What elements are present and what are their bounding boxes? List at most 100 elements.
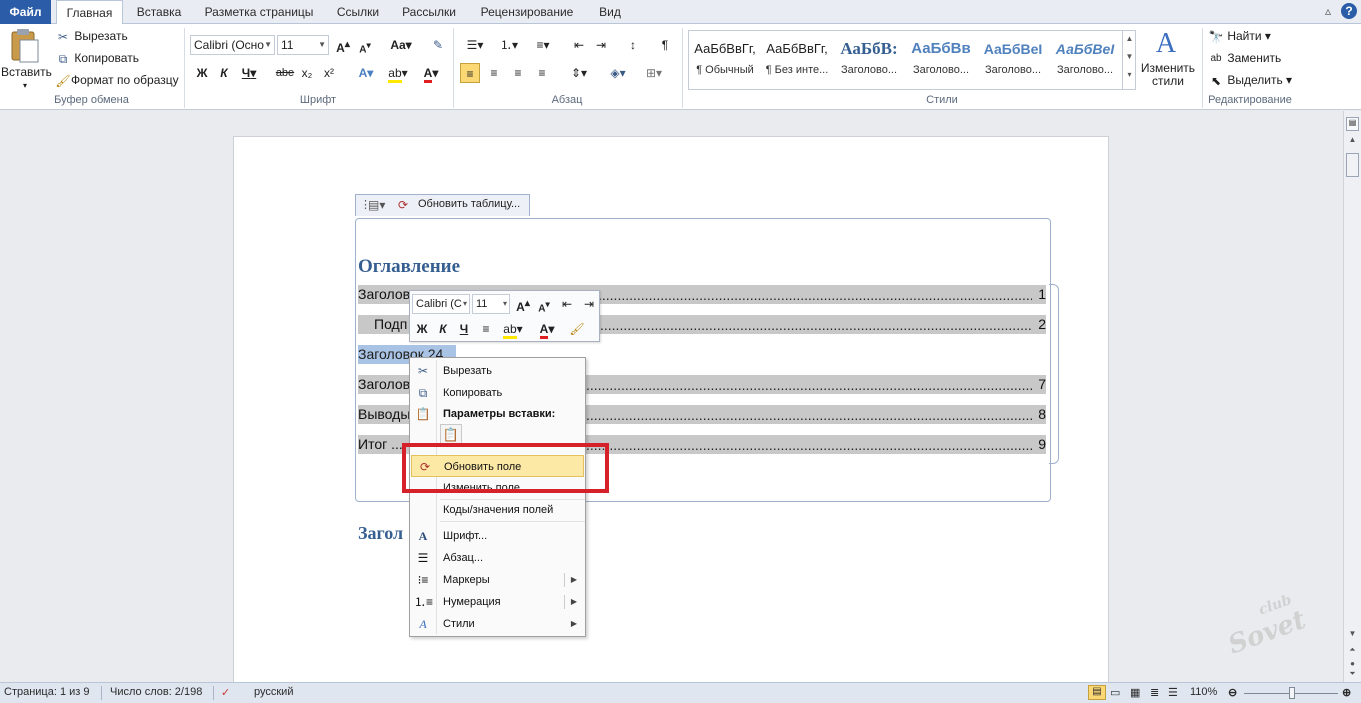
tab-review[interactable]: Рецензирование <box>472 0 582 24</box>
style-heading-3[interactable]: АаБбВеІ Заголово... <box>978 32 1048 88</box>
font-name-combo[interactable]: Calibri (Осно ▼ <box>190 35 275 55</box>
scroll-down-icon[interactable]: ▼ <box>1346 629 1359 643</box>
align-center-icon[interactable]: ≡ <box>484 63 504 83</box>
text-effects-icon[interactable]: A▾ <box>353 63 379 83</box>
underline-button[interactable]: Ч▾ <box>236 63 262 83</box>
tab-insert[interactable]: Вставка <box>130 0 188 24</box>
select-button[interactable]: ⬉ Выделить ▾ <box>1208 70 1292 90</box>
proofing-icon[interactable]: ✓ <box>221 686 230 699</box>
numbering-icon[interactable]: ⒈▾ <box>494 35 524 55</box>
web-layout-icon[interactable]: ▦ <box>1130 686 1140 699</box>
style-heading-1[interactable]: АаБбВ: Заголово... <box>834 32 904 88</box>
menu-item-cut[interactable]: ✂ Вырезать <box>410 360 585 382</box>
subscript-button[interactable]: x₂ <box>297 63 317 83</box>
zoom-slider-thumb[interactable] <box>1289 687 1295 699</box>
grow-font-icon[interactable]: A▴ <box>333 35 353 55</box>
tab-home[interactable]: Главная <box>56 0 123 25</box>
language-indicator[interactable]: русский <box>254 686 293 698</box>
format-painter-icon[interactable]: 🖌 <box>567 319 587 339</box>
browse-object-icon[interactable]: ● <box>1346 659 1359 669</box>
menu-item-numbering[interactable]: ⒈≡ Нумерация ▶ <box>410 591 585 613</box>
superscript-button[interactable]: x² <box>319 63 339 83</box>
center-icon[interactable]: ≡ <box>476 319 496 339</box>
style-heading-4[interactable]: АаБбВеІ Заголово... <box>1050 32 1120 88</box>
multilevel-list-icon[interactable]: ≡▾ <box>528 35 558 55</box>
show-marks-icon[interactable]: ¶ <box>655 35 675 55</box>
underline-icon[interactable]: Ч <box>454 319 474 339</box>
menu-item-styles[interactable]: A Стили ▶ <box>410 613 585 635</box>
ruler-toggle-icon[interactable]: ▤ <box>1346 117 1359 131</box>
toc-menu-icon[interactable]: ▤▾ <box>368 198 385 212</box>
scroll-up-icon[interactable]: ▲ <box>1346 135 1359 149</box>
paste-dropdown-icon[interactable]: ▾ <box>1 76 49 96</box>
tab-page-layout[interactable]: Разметка страницы <box>198 0 320 24</box>
style-normal[interactable]: АаБбВвГг, ¶ Обычный <box>690 32 760 88</box>
menu-item-bullets[interactable]: ⁝≡ Маркеры ▶ <box>410 569 585 591</box>
increase-indent-icon[interactable]: ⇥ <box>579 294 599 314</box>
cut-button[interactable]: ✂ Вырезать <box>55 26 128 46</box>
word-count[interactable]: Число слов: 2/198 <box>110 686 202 698</box>
outline-icon[interactable]: ≣ <box>1150 686 1159 699</box>
replace-button[interactable]: ab Заменить <box>1208 48 1281 68</box>
bullets-icon[interactable]: ☰▾ <box>460 35 490 55</box>
align-left-icon[interactable]: ≡ <box>460 63 480 83</box>
line-spacing-icon[interactable]: ⇕▾ <box>565 63 593 83</box>
scroll-thumb[interactable] <box>1346 153 1359 177</box>
zoom-level[interactable]: 110% <box>1190 686 1217 698</box>
highlight-color-icon[interactable]: ab▾ <box>383 63 413 83</box>
previous-page-icon[interactable]: ⏶ <box>1346 645 1359 659</box>
update-table-button[interactable]: Обновить таблицу... <box>418 198 520 210</box>
bold-button[interactable]: Ж <box>192 63 212 83</box>
tab-file[interactable]: Файл <box>0 0 51 24</box>
shading-icon[interactable]: ◈▾ <box>604 63 632 83</box>
page-counter[interactable]: Страница: 1 из 9 <box>4 686 90 698</box>
clear-formatting-icon[interactable]: ✎ <box>428 35 448 55</box>
style-heading-2[interactable]: АаБбВв Заголово... <box>906 32 976 88</box>
shrink-font-icon[interactable]: A▾ <box>355 35 375 55</box>
font-color-icon[interactable]: A▾ <box>533 319 561 339</box>
copy-button[interactable]: ⧉ Копировать <box>55 48 139 68</box>
minimize-ribbon-icon[interactable]: ▵ <box>1320 3 1336 19</box>
align-right-icon[interactable]: ≡ <box>508 63 528 83</box>
zoom-in-icon[interactable]: ⊕ <box>1342 686 1351 699</box>
menu-item-font[interactable]: A Шрифт... <box>410 525 585 547</box>
find-button[interactable]: 🔭 Найти ▾ <box>1208 26 1271 46</box>
bold-icon[interactable]: Ж <box>412 319 432 339</box>
shrink-font-icon[interactable]: A▾ <box>534 294 554 314</box>
italic-icon[interactable]: К <box>433 319 453 339</box>
justify-icon[interactable]: ≡ <box>532 63 552 83</box>
menu-item-field-codes[interactable]: Коды/значения полей <box>410 499 585 521</box>
tab-view[interactable]: Вид <box>592 0 628 24</box>
grow-font-icon[interactable]: A▴ <box>513 294 533 314</box>
styles-scroll[interactable]: ▲ ▼ ▾ <box>1122 30 1136 90</box>
full-screen-reading-icon[interactable]: ▭ <box>1110 686 1120 699</box>
highlight-icon[interactable]: ab▾ <box>498 319 528 339</box>
menu-item-copy[interactable]: ⧉ Копировать <box>410 382 585 404</box>
font-color-icon[interactable]: A▾ <box>418 63 444 83</box>
sort-icon[interactable]: ↕ <box>623 35 643 55</box>
decrease-indent-icon[interactable]: ⇤ <box>557 294 577 314</box>
decrease-indent-icon[interactable]: ⇤ <box>569 35 589 55</box>
strikethrough-button[interactable]: abe <box>273 63 297 83</box>
italic-button[interactable]: К <box>214 63 234 83</box>
mini-size-combo[interactable]: 11 ▾ <box>472 294 510 314</box>
paste-button[interactable] <box>6 28 42 64</box>
zoom-out-icon[interactable]: ⊖ <box>1228 686 1237 699</box>
vertical-scrollbar[interactable]: ▤ ▲ ▼ ⏶ ● ⏷ <box>1343 111 1361 682</box>
print-layout-icon[interactable]: ▤ <box>1088 685 1106 700</box>
help-icon[interactable]: ? <box>1341 3 1357 19</box>
style-no-spacing[interactable]: АаБбВвГг, ¶ Без инте... <box>762 32 832 88</box>
change-case-icon[interactable]: Aa▾ <box>388 35 414 55</box>
font-size-combo[interactable]: 11 ▼ <box>277 35 329 55</box>
change-styles-icon[interactable]: A <box>1146 28 1186 62</box>
increase-indent-icon[interactable]: ⇥ <box>591 35 611 55</box>
mini-font-combo[interactable]: Calibri (С ▾ <box>412 294 470 314</box>
borders-icon[interactable]: ⊞▾ <box>640 63 668 83</box>
draft-icon[interactable]: ☰ <box>1168 686 1178 699</box>
change-styles-button[interactable]: Изменить стили <box>1138 62 1198 92</box>
format-painter-button[interactable]: 🖌Формат по образцу <box>55 70 178 90</box>
tab-references[interactable]: Ссылки <box>330 0 386 24</box>
menu-item-paragraph[interactable]: ☰ Абзац... <box>410 547 585 569</box>
tab-mailings[interactable]: Рассылки <box>396 0 462 24</box>
next-page-icon[interactable]: ⏷ <box>1346 669 1359 681</box>
